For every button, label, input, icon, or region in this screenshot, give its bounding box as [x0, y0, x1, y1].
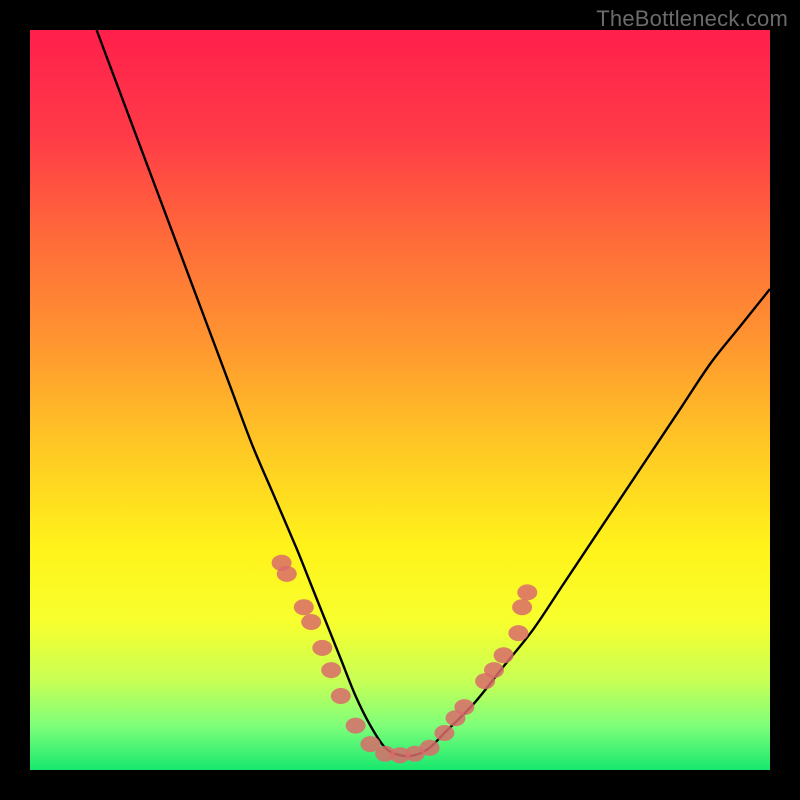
data-marker	[494, 647, 514, 663]
data-marker	[346, 718, 366, 734]
plot-area	[30, 30, 770, 770]
chart-stage: TheBottleneck.com	[0, 0, 800, 800]
data-marker	[321, 662, 341, 678]
curve-layer	[30, 30, 770, 770]
data-marker	[512, 599, 532, 615]
data-marker	[517, 584, 537, 600]
data-marker	[277, 566, 297, 582]
data-marker	[294, 599, 314, 615]
data-marker	[420, 740, 440, 756]
data-marker	[331, 688, 351, 704]
bottleneck-curve	[97, 30, 770, 756]
data-marker	[454, 699, 474, 715]
data-marker	[301, 614, 321, 630]
data-marker	[508, 625, 528, 641]
data-marker	[434, 725, 454, 741]
watermark-text: TheBottleneck.com	[596, 6, 788, 32]
data-marker	[484, 662, 504, 678]
data-marker	[312, 640, 332, 656]
